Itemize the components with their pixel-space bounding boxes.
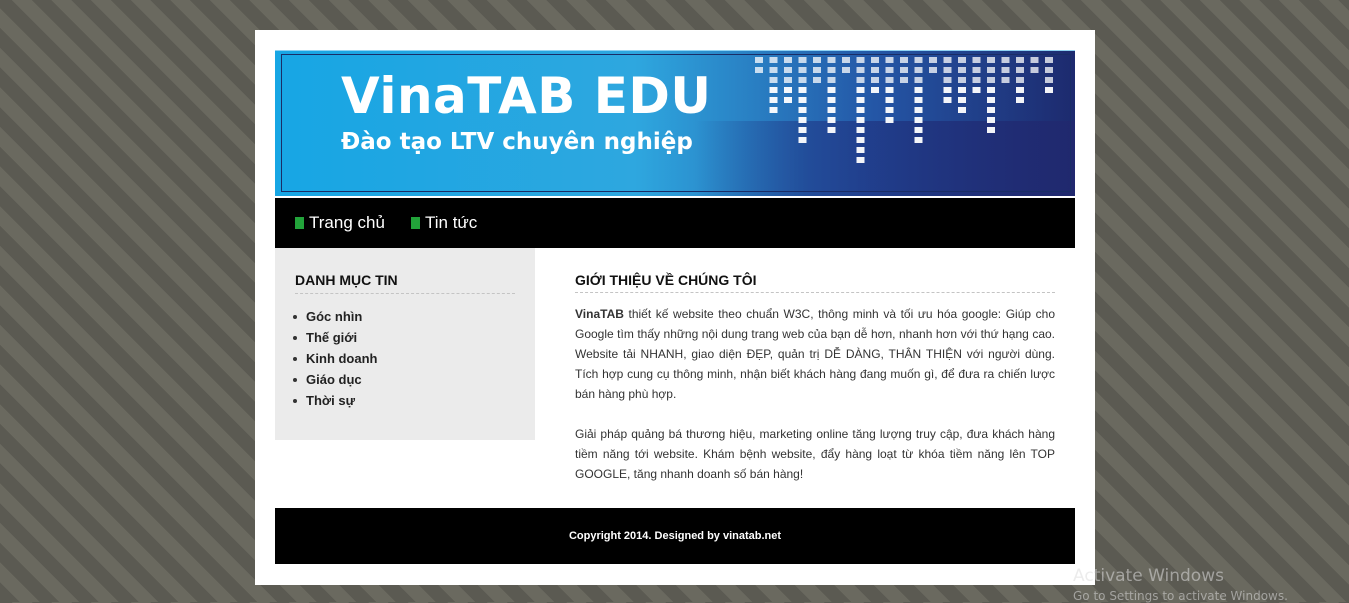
windows-activation-watermark: Activate Windows Go to Settings to activ… [1073,566,1288,603]
category-item-goc-nhin[interactable]: Góc nhìn [293,308,378,329]
sidebar: DANH MỤC TIN Góc nhìn Thế giới Kinh doan… [275,248,535,440]
category-item-kinh-doanh[interactable]: Kinh doanh [293,350,378,371]
nav-bullet-icon [411,217,420,229]
equalizer-graphic [755,57,1053,163]
copyright-text: Copyright 2014. Designed by vinatab.net [568,530,782,542]
nav-item-label: Trang chủ [309,213,385,232]
category-item-thoi-su[interactable]: Thời sự [293,392,378,413]
sidebar-title: DANH MỤC TIN [295,272,515,294]
nav-item-news[interactable]: Tin tức [411,198,477,248]
watermark-subtitle: Go to Settings to activate Windows. [1073,589,1288,603]
category-item-the-gioi[interactable]: Thế giới [293,329,378,350]
brand-name: VinaTAB [575,307,624,321]
main-nav: Trang chủ Tin tức [275,198,1075,248]
intro-paragraph: VinaTAB thiết kế website theo chuẩn W3C,… [575,304,1055,404]
site-title: VinaTAB EDU [341,67,712,125]
footer: Copyright 2014. Designed by vinatab.net [275,508,1075,564]
header-banner: VinaTAB EDU Đào tạo LTV chuyên nghiệp [275,50,1075,196]
site-tagline: Đào tạo LTV chuyên nghiệp [341,129,693,155]
watermark-title: Activate Windows [1073,566,1224,586]
nav-item-label: Tin tức [425,213,478,232]
page-container: VinaTAB EDU Đào tạo LTV chuyên nghiệp Tr… [255,30,1095,585]
category-item-giao-duc[interactable]: Giáo dục [293,371,378,392]
marketing-paragraph: Giải pháp quảng bá thương hiệu, marketin… [575,427,1055,481]
nav-item-home[interactable]: Trang chủ [295,198,385,248]
intro-text: thiết kế website theo chuẩn W3C, thông m… [575,307,1055,401]
main-content: GIỚI THIỆU VỀ CHÚNG TÔI VinaTAB thiết kế… [575,272,1055,484]
content-title: GIỚI THIỆU VỀ CHÚNG TÔI [575,272,1055,293]
category-list: Góc nhìn Thế giới Kinh doanh Giáo dục Th… [293,308,378,413]
nav-bullet-icon [295,217,304,229]
